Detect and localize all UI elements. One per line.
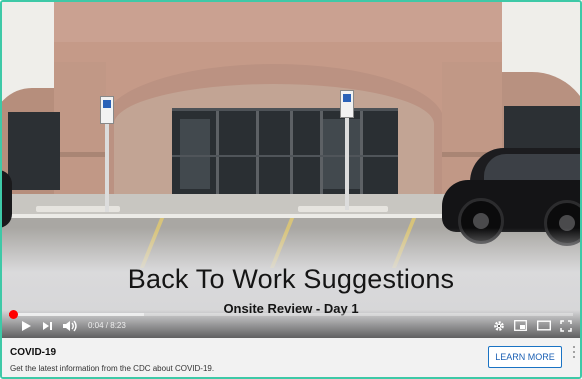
scene-mullion: [256, 111, 259, 195]
scene-reflection: [180, 119, 210, 189]
video-player-frame: Back To Work Suggestions Onsite Review -…: [0, 0, 582, 379]
scene-mullion: [360, 111, 363, 195]
progress-scrubber[interactable]: [9, 310, 18, 319]
scene-sign-pole: [345, 112, 349, 210]
scene-car-window: [484, 154, 580, 180]
scene-mullion: [216, 111, 219, 195]
scene-transom: [172, 155, 398, 157]
fullscreen-button[interactable]: [560, 320, 572, 332]
info-panel-title: COVID-19: [10, 347, 57, 358]
scene-sign-pole: [105, 120, 109, 212]
scene-car-left: [2, 170, 12, 228]
scene-facade-top: [54, 2, 502, 42]
volume-icon: [63, 320, 77, 332]
theater-mode-button[interactable]: [537, 320, 551, 331]
next-icon: [43, 322, 52, 330]
miniplayer-button[interactable]: [514, 320, 527, 331]
scene-pillar-left: [54, 62, 106, 214]
accessible-parking-sign-icon: [100, 96, 114, 124]
scene-mullion: [290, 111, 293, 195]
miniplayer-icon: [514, 320, 527, 331]
theater-icon: [537, 320, 551, 331]
play-icon: [22, 321, 31, 331]
more-vert-icon[interactable]: [571, 346, 577, 360]
play-button[interactable]: [20, 320, 32, 332]
scene-storefront-glass: [172, 108, 398, 195]
video-overlay-title: Back To Work Suggestions: [127, 264, 455, 294]
scene-reflection: [322, 119, 362, 189]
volume-button[interactable]: [62, 320, 78, 332]
scene-band-left: [54, 152, 106, 157]
scene-window-left: [8, 112, 60, 190]
progress-buffer: [9, 313, 145, 316]
learn-more-button[interactable]: LEARN MORE: [488, 346, 562, 368]
info-panel-description: Get the latest information from the CDC …: [10, 364, 215, 373]
video-viewport[interactable]: Back To Work Suggestions Onsite Review -…: [2, 2, 580, 338]
time-display: 0:04 / 8:23: [88, 321, 126, 330]
settings-button[interactable]: [493, 320, 505, 332]
info-panel: COVID-19 Get the latest information from…: [2, 338, 580, 377]
settings-icon: [494, 321, 504, 331]
accessible-parking-sign-icon: [340, 90, 354, 118]
fullscreen-icon: [560, 320, 572, 332]
progress-bar[interactable]: [9, 313, 573, 316]
scene-mullion: [320, 111, 323, 195]
scene-wheel-stop: [298, 206, 388, 212]
next-button[interactable]: [42, 321, 53, 331]
